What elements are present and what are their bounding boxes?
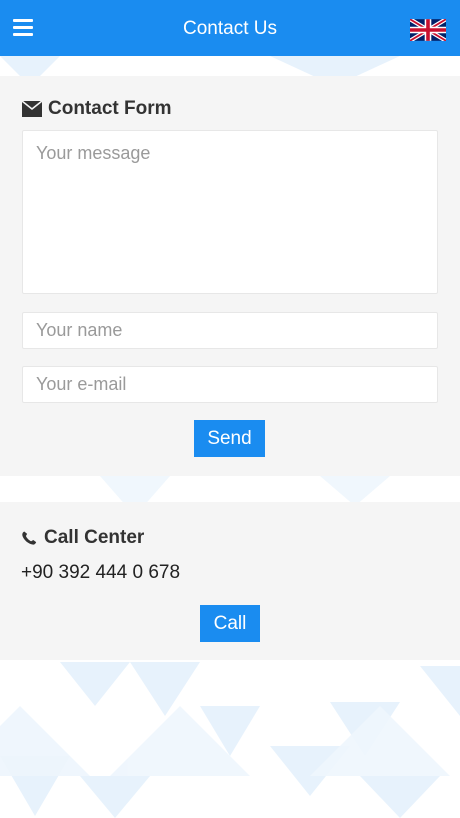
call-button[interactable]: Call bbox=[200, 605, 260, 642]
phone-number: +90 392 444 0 678 bbox=[21, 562, 181, 583]
uk-flag-icon[interactable] bbox=[410, 19, 446, 41]
contact-form-heading: Contact Form bbox=[21, 97, 172, 121]
call-center-title: Call Center bbox=[44, 527, 145, 548]
app-header: Contact Us bbox=[0, 0, 460, 56]
phone-icon bbox=[22, 531, 37, 545]
page-title: Contact Us bbox=[183, 18, 277, 39]
name-field[interactable] bbox=[22, 312, 438, 349]
send-button[interactable]: Send bbox=[194, 420, 265, 457]
envelope-icon bbox=[21, 100, 43, 117]
call-center-section: Call Center +90 392 444 0 678 Call bbox=[0, 502, 460, 660]
contact-form-section: Contact Form Send bbox=[0, 76, 460, 476]
message-field[interactable] bbox=[22, 130, 438, 294]
call-center-heading: Call Center bbox=[21, 526, 144, 550]
email-field[interactable] bbox=[22, 366, 438, 403]
contact-form-title: Contact Form bbox=[48, 98, 172, 119]
